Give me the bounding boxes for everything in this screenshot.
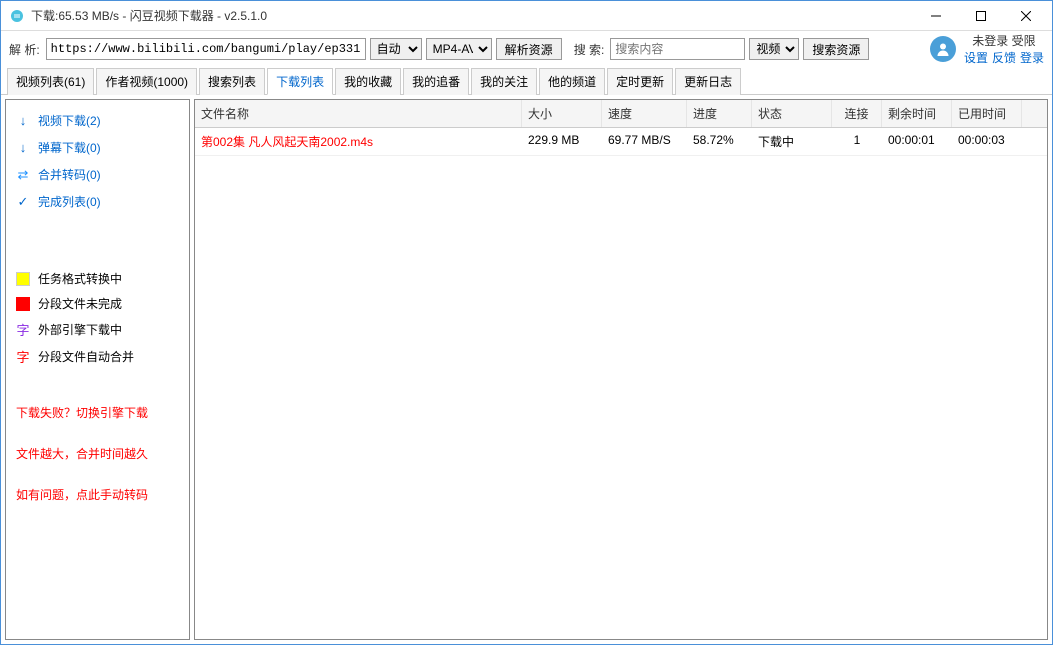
maximize-button[interactable]	[958, 2, 1003, 30]
sidebar: ↓ 视频下载(2) ↓ 弹幕下载(0) ⇄ 合并转码(0) ✓ 完成列表(0) 任务格式转换中分…	[5, 99, 190, 640]
tab-0[interactable]: 视频列表(61)	[7, 68, 94, 95]
tab-2[interactable]: 搜索列表	[199, 68, 265, 95]
minimize-button[interactable]	[913, 2, 958, 30]
sidebar-icon: ↓	[16, 113, 30, 128]
search-button[interactable]: 搜索资源	[803, 38, 869, 60]
cell-remain: 00:00:01	[882, 128, 952, 155]
tab-9[interactable]: 更新日志	[675, 68, 741, 95]
cell-progress: 58.72%	[687, 128, 752, 155]
legend-icon: 字	[16, 347, 30, 366]
search-type-select[interactable]: 视频	[749, 38, 799, 60]
legend-item-3: 字分段文件自动合并	[6, 343, 189, 370]
tabbar: 视频列表(61)作者视频(1000)搜索列表下载列表我的收藏我的追番我的关注他的…	[1, 67, 1052, 95]
app-icon	[9, 8, 25, 24]
format-select[interactable]: MP4-AVC	[426, 38, 492, 60]
help-link-2[interactable]: 如有问题，点此手动转码	[6, 484, 189, 505]
col-header-conn[interactable]: 连接	[832, 100, 882, 127]
user-status: 未登录 受限	[972, 32, 1035, 49]
legend-label: 分段文件未完成	[38, 295, 122, 312]
col-header-speed[interactable]: 速度	[602, 100, 687, 127]
search-input[interactable]	[610, 38, 745, 60]
cell-size: 229.9 MB	[522, 128, 602, 155]
legend-item-2: 字外部引擎下载中	[6, 316, 189, 343]
cell-status: 下载中	[752, 128, 832, 155]
sidebar-item-1[interactable]: ↓ 弹幕下载(0)	[6, 135, 189, 160]
tab-6[interactable]: 我的关注	[471, 68, 537, 95]
col-header-used[interactable]: 已用时间	[952, 100, 1022, 127]
table-header: 文件名称 大小 速度 进度 状态 连接 剩余时间 已用时间	[195, 100, 1047, 128]
legend-item-1: 分段文件未完成	[6, 291, 189, 316]
window-controls	[913, 2, 1048, 30]
table-row[interactable]: 第002集 凡人风起天南2002.m4s229.9 MB69.77 MB/S58…	[195, 128, 1047, 156]
cell-used: 00:00:03	[952, 128, 1022, 155]
sidebar-item-label: 完成列表(0)	[38, 193, 101, 210]
tab-4[interactable]: 我的收藏	[335, 68, 401, 95]
col-header-status[interactable]: 状态	[752, 100, 832, 127]
close-button[interactable]	[1003, 2, 1048, 30]
sidebar-icon: ↓	[16, 140, 30, 155]
col-header-name[interactable]: 文件名称	[195, 100, 522, 127]
sidebar-item-label: 合并转码(0)	[38, 166, 101, 183]
sidebar-icon: ✓	[16, 194, 30, 210]
download-table: 文件名称 大小 速度 进度 状态 连接 剩余时间 已用时间 第002集 凡人风起…	[194, 99, 1048, 640]
tab-1[interactable]: 作者视频(1000)	[96, 68, 197, 95]
avatar[interactable]	[930, 36, 956, 62]
legend-icon	[16, 297, 30, 311]
legend-label: 外部引擎下载中	[38, 321, 122, 338]
tab-8[interactable]: 定时更新	[607, 68, 673, 95]
tab-3[interactable]: 下载列表	[267, 68, 333, 95]
col-header-progress[interactable]: 进度	[687, 100, 752, 127]
legend-label: 任务格式转换中	[38, 270, 122, 287]
legend-icon	[16, 272, 30, 286]
url-input[interactable]	[46, 38, 366, 60]
help-link-1[interactable]: 文件越大，合并时间越久	[6, 443, 189, 464]
sidebar-item-label: 弹幕下载(0)	[38, 139, 101, 156]
sidebar-item-3[interactable]: ✓ 完成列表(0)	[6, 189, 189, 214]
window-title: 下载:65.53 MB/s - 闪豆视频下载器 - v2.5.1.0	[31, 7, 913, 24]
search-label: 搜 索:	[574, 41, 605, 58]
cell-speed: 69.77 MB/S	[602, 128, 687, 155]
legend-icon: 字	[16, 320, 30, 339]
cell-conn: 1	[832, 128, 882, 155]
cell-name: 第002集 凡人风起天南2002.m4s	[195, 128, 522, 155]
parse-label: 解 析:	[9, 41, 40, 58]
sidebar-item-2[interactable]: ⇄ 合并转码(0)	[6, 162, 189, 187]
auto-select[interactable]: 自动	[370, 38, 422, 60]
legend-label: 分段文件自动合并	[38, 348, 134, 365]
sidebar-icon: ⇄	[16, 167, 30, 183]
feedback-link[interactable]: 反馈	[992, 49, 1016, 66]
toolbar: 解 析: 自动 MP4-AVC 解析资源 搜 索: 视频 搜索资源 未登录 受限…	[1, 31, 1052, 67]
app-window: 下载:65.53 MB/s - 闪豆视频下载器 - v2.5.1.0 解 析: …	[0, 0, 1053, 645]
table-body: 第002集 凡人风起天南2002.m4s229.9 MB69.77 MB/S58…	[195, 128, 1047, 639]
col-header-remain[interactable]: 剩余时间	[882, 100, 952, 127]
sidebar-item-0[interactable]: ↓ 视频下载(2)	[6, 108, 189, 133]
content: ↓ 视频下载(2) ↓ 弹幕下载(0) ⇄ 合并转码(0) ✓ 完成列表(0) 任务格式转换中分…	[1, 95, 1052, 644]
parse-button[interactable]: 解析资源	[496, 38, 562, 60]
col-header-size[interactable]: 大小	[522, 100, 602, 127]
settings-link[interactable]: 设置	[964, 49, 988, 66]
help-link-0[interactable]: 下载失败？切换引擎下载	[6, 402, 189, 423]
login-link[interactable]: 登录	[1020, 49, 1044, 66]
user-area: 未登录 受限 设置 反馈 登录	[930, 32, 1044, 66]
tab-5[interactable]: 我的追番	[403, 68, 469, 95]
sidebar-item-label: 视频下载(2)	[38, 112, 101, 129]
legend-item-0: 任务格式转换中	[6, 266, 189, 291]
titlebar: 下载:65.53 MB/s - 闪豆视频下载器 - v2.5.1.0	[1, 1, 1052, 31]
tab-7[interactable]: 他的频道	[539, 68, 605, 95]
